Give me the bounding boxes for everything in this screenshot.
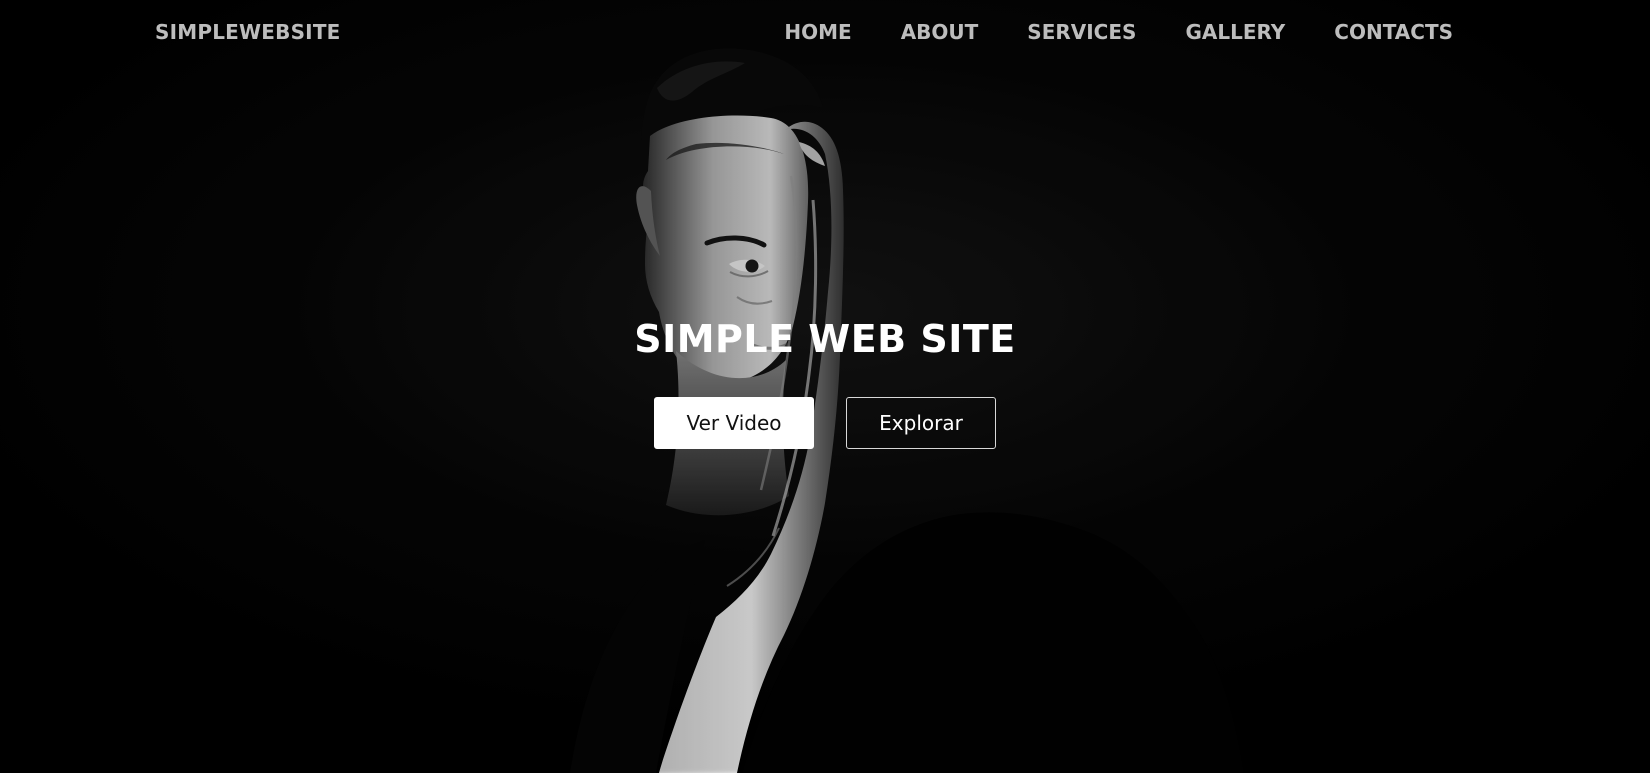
nav-item-gallery: GALLERY xyxy=(1185,20,1285,44)
nav-item-home: HOME xyxy=(784,20,851,44)
hero-content: SIMPLE WEB SITE Ver Video Explorar xyxy=(0,313,1650,449)
site-logo-link[interactable]: SIMPLEWEBSITE xyxy=(155,20,341,44)
hero-action-buttons: Ver Video Explorar xyxy=(0,397,1650,449)
nav-link-contacts[interactable]: CONTACTS xyxy=(1334,20,1453,44)
nav-link-gallery[interactable]: GALLERY xyxy=(1185,20,1285,44)
navigation-links-list: HOME ABOUT SERVICES GALLERY CONTACTS xyxy=(784,20,1453,44)
top-navigation-bar: SIMPLEWEBSITE HOME ABOUT SERVICES GALLER… xyxy=(0,0,1650,66)
nav-item-about: ABOUT xyxy=(901,20,979,44)
nav-item-contacts: CONTACTS xyxy=(1334,20,1453,44)
nav-link-services[interactable]: SERVICES xyxy=(1027,20,1136,44)
hero-section: SIMPLEWEBSITE HOME ABOUT SERVICES GALLER… xyxy=(0,0,1650,773)
watch-video-button[interactable]: Ver Video xyxy=(654,397,814,449)
nav-link-home[interactable]: HOME xyxy=(784,20,851,44)
explore-button[interactable]: Explorar xyxy=(846,397,996,449)
hero-title: SIMPLE WEB SITE xyxy=(634,317,1016,361)
nav-item-services: SERVICES xyxy=(1027,20,1136,44)
nav-link-about[interactable]: ABOUT xyxy=(901,20,979,44)
